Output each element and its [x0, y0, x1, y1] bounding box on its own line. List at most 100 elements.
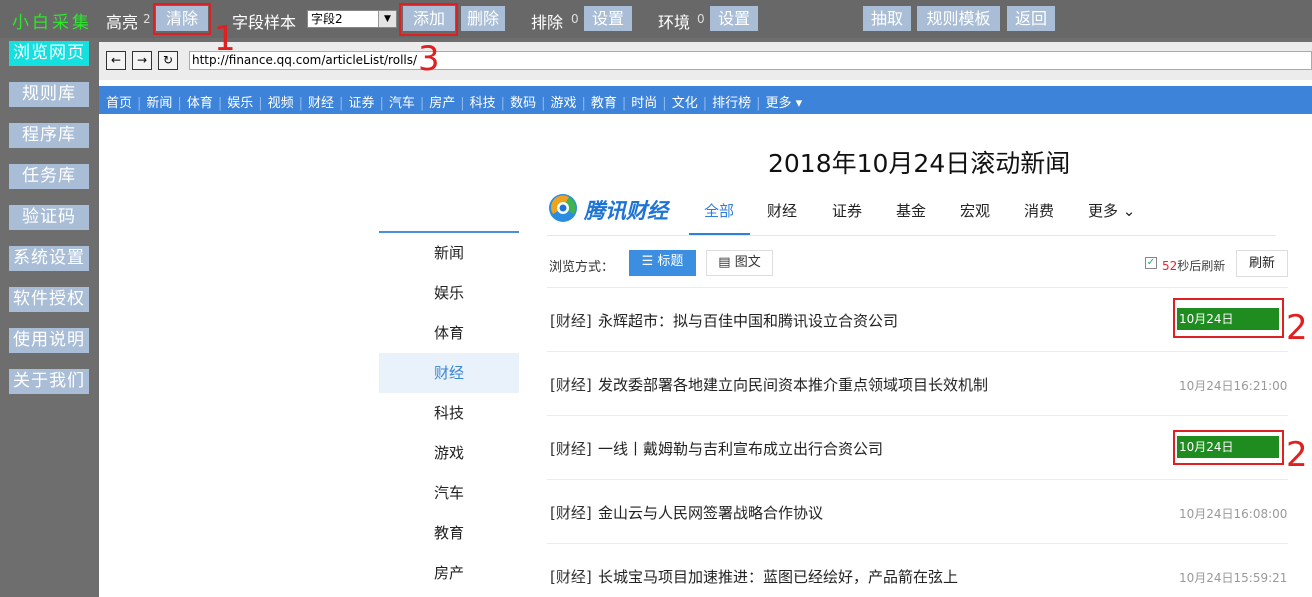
news-title[interactable]: 金山云与人民网签署战略合作协议 [598, 502, 823, 523]
nav-separator: | [460, 96, 465, 111]
tabs-divider [547, 235, 1276, 236]
chevron-down-icon[interactable]: ▼ [378, 11, 396, 27]
refresh-icon[interactable]: ↻ [158, 51, 178, 70]
refresh-button[interactable]: 刷新 [1236, 250, 1288, 277]
rule-template-button[interactable]: 规则模板 [917, 6, 1000, 31]
nav-separator: | [500, 96, 506, 111]
annotation-number-2a: 2 [1286, 308, 1308, 348]
forward-arrow-icon[interactable]: → [132, 51, 152, 70]
tab-finance[interactable]: 财经 [767, 200, 797, 221]
left-nav-item-sports[interactable]: 体育 [379, 313, 519, 353]
list-item[interactable]: [财经] 发改委部署各地建立向民间资本推介重点领域项目长效机制 10月24日16… [547, 352, 1288, 416]
nav-separator: | [662, 96, 667, 111]
site-nav-item[interactable]: 汽车 [389, 96, 415, 111]
nav-separator: | [217, 96, 223, 111]
site-nav-item[interactable]: 证券 [348, 96, 374, 111]
news-title[interactable]: 一线丨戴姆勒与吉利宣布成立出行合资公司 [598, 438, 883, 459]
refresh-suffix: 秒后刷新 [1177, 259, 1226, 273]
news-title[interactable]: 发改委部署各地建立向民间资本推介重点领域项目长效机制 [598, 374, 988, 395]
news-category[interactable]: [财经] [550, 566, 592, 587]
news-category[interactable]: [财经] [550, 438, 592, 459]
tab-consumer[interactable]: 消费 [1024, 200, 1054, 221]
site-nav-item[interactable]: 首页 [106, 96, 132, 111]
news-title[interactable]: 永辉超市：拟与百佳中国和腾讯设立合资公司 [598, 310, 898, 331]
env-label: 环境 [658, 13, 691, 32]
tab-all[interactable]: 全部 [704, 200, 734, 221]
page-headline: 2018年10月24日滚动新闻 [768, 149, 1071, 178]
left-nav-item-edu[interactable]: 教育 [379, 513, 519, 553]
annotation-number-2b: 2 [1286, 435, 1308, 475]
annotation-box-add [399, 3, 458, 36]
annotation-number-1: 1 [214, 19, 236, 59]
site-nav-item[interactable]: 游戏 [550, 96, 576, 111]
web-page: 首页 | 新闻 | 体育 | 娱乐 | 视频 | 财经 | 证券 | 汽车 | 房产 | 科技 | 数码 | 游戏 | 教育 | 时… [99, 80, 1312, 597]
refresh-countdown: 52 [1162, 259, 1178, 273]
list-item[interactable]: [财经] 长城宝马项目加速推进：蓝图已经绘好，产品箭在弦上 10月24日15:5… [547, 544, 1288, 597]
left-nav-item-games[interactable]: 游戏 [379, 433, 519, 473]
tab-securities[interactable]: 证券 [832, 200, 862, 221]
nav-separator: | [621, 96, 627, 111]
tab-funds[interactable]: 基金 [896, 200, 926, 221]
sidebar-item-tasks[interactable]: 任务库 [9, 164, 89, 189]
annotation-box-time-2 [1173, 430, 1284, 465]
site-nav-item[interactable]: 时尚 [631, 96, 657, 111]
site-nav-item[interactable]: 新闻 [146, 96, 172, 111]
sidebar-item-manual[interactable]: 使用说明 [9, 328, 89, 353]
app-title: 小白采集 [12, 13, 92, 33]
left-nav-item-auto[interactable]: 汽车 [379, 473, 519, 513]
news-category[interactable]: [财经] [550, 502, 592, 523]
sidebar-item-browse[interactable]: 浏览网页 [9, 41, 89, 66]
site-nav-item[interactable]: 科技 [470, 96, 496, 111]
env-settings-button[interactable]: 设置 [710, 6, 758, 31]
highlight-label: 高亮 [106, 13, 139, 32]
news-time: 10月24日16:21:00 [1179, 379, 1288, 393]
site-nav-item[interactable]: 教育 [591, 96, 617, 111]
tab-macro[interactable]: 宏观 [960, 200, 990, 221]
site-nav-item[interactable]: 娱乐 [227, 96, 253, 111]
extract-button[interactable]: 抽取 [863, 6, 911, 31]
news-category[interactable]: [财经] [550, 310, 592, 331]
site-nav-item[interactable]: 体育 [187, 96, 213, 111]
highlight-count: 2 [143, 12, 151, 26]
left-nav-item-ent[interactable]: 娱乐 [379, 273, 519, 313]
exclude-label: 排除 [531, 13, 564, 32]
nav-separator: | [258, 96, 263, 111]
list-item[interactable]: [财经] 金山云与人民网签署战略合作协议 10月24日16:08:00 [547, 480, 1288, 544]
site-nav-item[interactable]: 文化 [672, 96, 698, 111]
site-nav-item[interactable]: 视频 [268, 96, 294, 111]
auto-refresh-checkbox[interactable]: ✓ [1145, 257, 1157, 269]
exclude-count: 0 [571, 12, 579, 26]
annotation-box-clear [153, 3, 211, 35]
site-nav-item[interactable]: 房产 [429, 96, 455, 111]
left-nav-item-house[interactable]: 房产 [379, 553, 519, 593]
site-nav-item[interactable]: 数码 [510, 96, 536, 111]
news-title[interactable]: 长城宝马项目加速推进：蓝图已经绘好，产品箭在弦上 [598, 566, 958, 587]
left-channel-nav: 新闻 娱乐 体育 财经 科技 游戏 汽车 教育 房产 [379, 231, 519, 597]
left-nav-item-tech[interactable]: 科技 [379, 393, 519, 433]
field-sample-label: 字段样本 [232, 13, 297, 32]
nav-separator: | [177, 96, 182, 111]
view-image-button[interactable]: ▤ 图文 [706, 250, 773, 276]
sidebar-item-programs[interactable]: 程序库 [9, 123, 89, 148]
tab-more[interactable]: 更多 ⌄ [1088, 200, 1135, 221]
sidebar-item-about[interactable]: 关于我们 [9, 369, 89, 394]
sidebar-item-license[interactable]: 软件授权 [9, 287, 89, 312]
left-nav-item-news[interactable]: 新闻 [379, 233, 519, 273]
sidebar-item-captcha[interactable]: 验证码 [9, 205, 89, 230]
exclude-settings-button[interactable]: 设置 [584, 6, 632, 31]
back-arrow-icon[interactable]: ← [106, 51, 126, 70]
nav-separator: | [541, 96, 546, 111]
delete-button[interactable]: 删除 [461, 6, 505, 31]
url-input[interactable]: http://finance.qq.com/articleList/rolls/ [189, 51, 1312, 70]
browser-navbar: ← → ↻ http://finance.qq.com/articleList/… [99, 42, 1312, 80]
sidebar-item-rules[interactable]: 规则库 [9, 82, 89, 107]
site-nav-item[interactable]: 更多 ▾ [766, 96, 803, 111]
view-title-button[interactable]: ☰ 标题 [629, 250, 696, 276]
site-nav-item[interactable]: 财经 [308, 96, 334, 111]
news-category[interactable]: [财经] [550, 374, 592, 395]
site-nav-item[interactable]: 排行榜 [712, 96, 751, 111]
field-select[interactable]: 字段2 ▼ [307, 10, 397, 28]
left-nav-item-finance[interactable]: 财经 [379, 353, 519, 393]
back-button[interactable]: 返回 [1007, 6, 1055, 31]
sidebar-item-settings[interactable]: 系统设置 [9, 246, 89, 271]
